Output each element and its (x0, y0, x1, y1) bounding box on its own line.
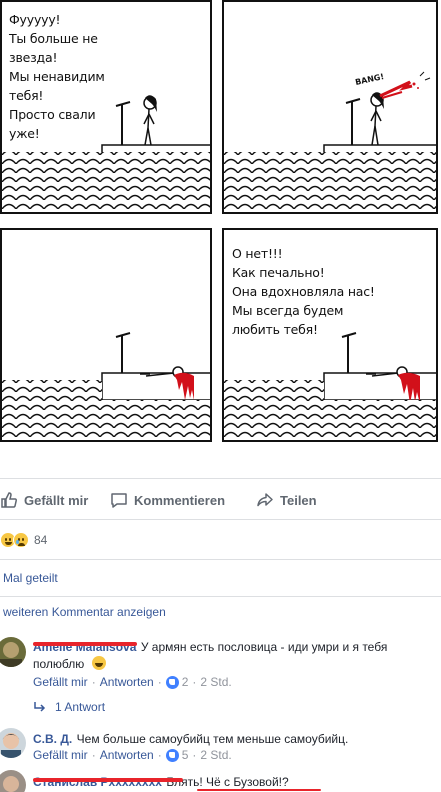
like-badge-icon (165, 748, 179, 762)
view-replies-link[interactable]: 1 Antwort (33, 700, 105, 714)
caption-line: Просто свали (9, 107, 96, 122)
laughing-emoji-icon (91, 656, 106, 670)
caption-line: тебя! (9, 88, 44, 103)
comic-panel-4: О нет!!! Как печально! Она вдохновляла н… (222, 228, 438, 442)
divider (0, 559, 441, 560)
like-label: Gefällt mir (24, 492, 89, 508)
comment-text: У армян есть пословица - иди умри и я те… (140, 640, 388, 654)
like-badge-icon (165, 675, 179, 689)
panel-4-caption: О нет!!! Как печально! Она вдохновляла н… (232, 244, 375, 339)
comment-text: Чем больше самоубийц тем меньше самоубий… (76, 732, 349, 746)
share-button[interactable]: Teilen (256, 490, 317, 510)
caption-line: Мы ненавидим (9, 69, 105, 84)
caption-line: уже! (9, 126, 40, 141)
more-comments-link[interactable]: weiteren Kommentar anzeigen (3, 605, 166, 619)
avatar-image (0, 770, 26, 792)
comment-button[interactable]: Kommentieren (110, 490, 225, 510)
comment-reply-link[interactable]: Antworten (100, 748, 154, 762)
avatar[interactable] (0, 770, 26, 792)
like-button[interactable]: Gefällt mir (0, 490, 88, 510)
comment-label: Kommentieren (134, 492, 226, 508)
underline-mark (197, 789, 321, 791)
thumbs-up-icon (1, 492, 17, 508)
redaction-mark (33, 778, 183, 782)
comment-meta: Gefällt mir · Antworten · 5 · 2 Std. (33, 748, 232, 762)
comment-reply-link[interactable]: Antworten (100, 675, 154, 689)
comment-text-continued: полюблю (33, 655, 106, 673)
comic-panel-1: Фууууу! Ты больше не звезда! Мы ненавиди… (0, 0, 212, 214)
comment-timestamp[interactable]: 2 Std. (200, 675, 231, 689)
avatar-image (0, 637, 26, 667)
comic-panel-3 (0, 228, 212, 442)
comment-text: Блять! Чё с Бузовой!? (166, 775, 289, 789)
comic-image[interactable]: Фууууу! Ты больше не звезда! Мы ненавиди… (0, 0, 441, 465)
comment-meta: Gefällt mir · Antworten · 2 · 2 Std. (33, 675, 232, 689)
reactions-count: 84 (34, 533, 48, 547)
shares-link[interactable]: Mal geteilt (3, 571, 58, 585)
avatar[interactable] (0, 637, 26, 667)
sad-reaction-icon (13, 532, 29, 548)
comment-like-link[interactable]: Gefällt mir (33, 675, 88, 689)
panel-2-drawing (224, 71, 436, 212)
comment-body: Amelie Malalisova У армян есть пословица… (33, 638, 433, 656)
avatar[interactable] (0, 728, 26, 758)
reactions-summary[interactable]: 84 (0, 531, 47, 549)
comment-like-link[interactable]: Gefällt mir (33, 748, 88, 762)
caption-line: любить тебя! (232, 322, 318, 337)
comment-like-count[interactable]: 5 (182, 748, 189, 762)
divider (0, 478, 441, 479)
redaction-mark (33, 642, 137, 646)
comic-panel-2: BANG! (222, 0, 438, 214)
caption-line: Как печально! (232, 265, 325, 280)
panel-1-caption: Фууууу! Ты больше не звезда! Мы ненавиди… (9, 10, 105, 143)
comment-body: С.В. Д. Чем больше самоубийц тем меньше … (33, 730, 348, 748)
divider (0, 519, 441, 520)
caption-line: Фууууу! (9, 12, 61, 27)
caption-line: О нет!!! (232, 246, 283, 261)
comment-icon (111, 493, 127, 508)
caption-line: Ты больше не (9, 31, 98, 46)
share-icon (257, 493, 273, 507)
panel-3-drawing (2, 332, 210, 440)
caption-line: Она вдохновляла нас! (232, 284, 375, 299)
divider (0, 596, 441, 597)
comment-like-count[interactable]: 2 (182, 675, 189, 689)
caption-line: звезда! (9, 50, 58, 65)
comment-timestamp[interactable]: 2 Std. (200, 748, 231, 762)
reply-arrow-icon (34, 702, 46, 712)
share-label: Teilen (280, 492, 317, 508)
avatar-image (0, 728, 26, 758)
comment-author[interactable]: С.В. Д. (33, 732, 72, 746)
comment-text-line-2: полюблю (33, 657, 85, 671)
replies-count: 1 Antwort (55, 700, 106, 714)
caption-line: Мы всегда будем (232, 303, 344, 318)
